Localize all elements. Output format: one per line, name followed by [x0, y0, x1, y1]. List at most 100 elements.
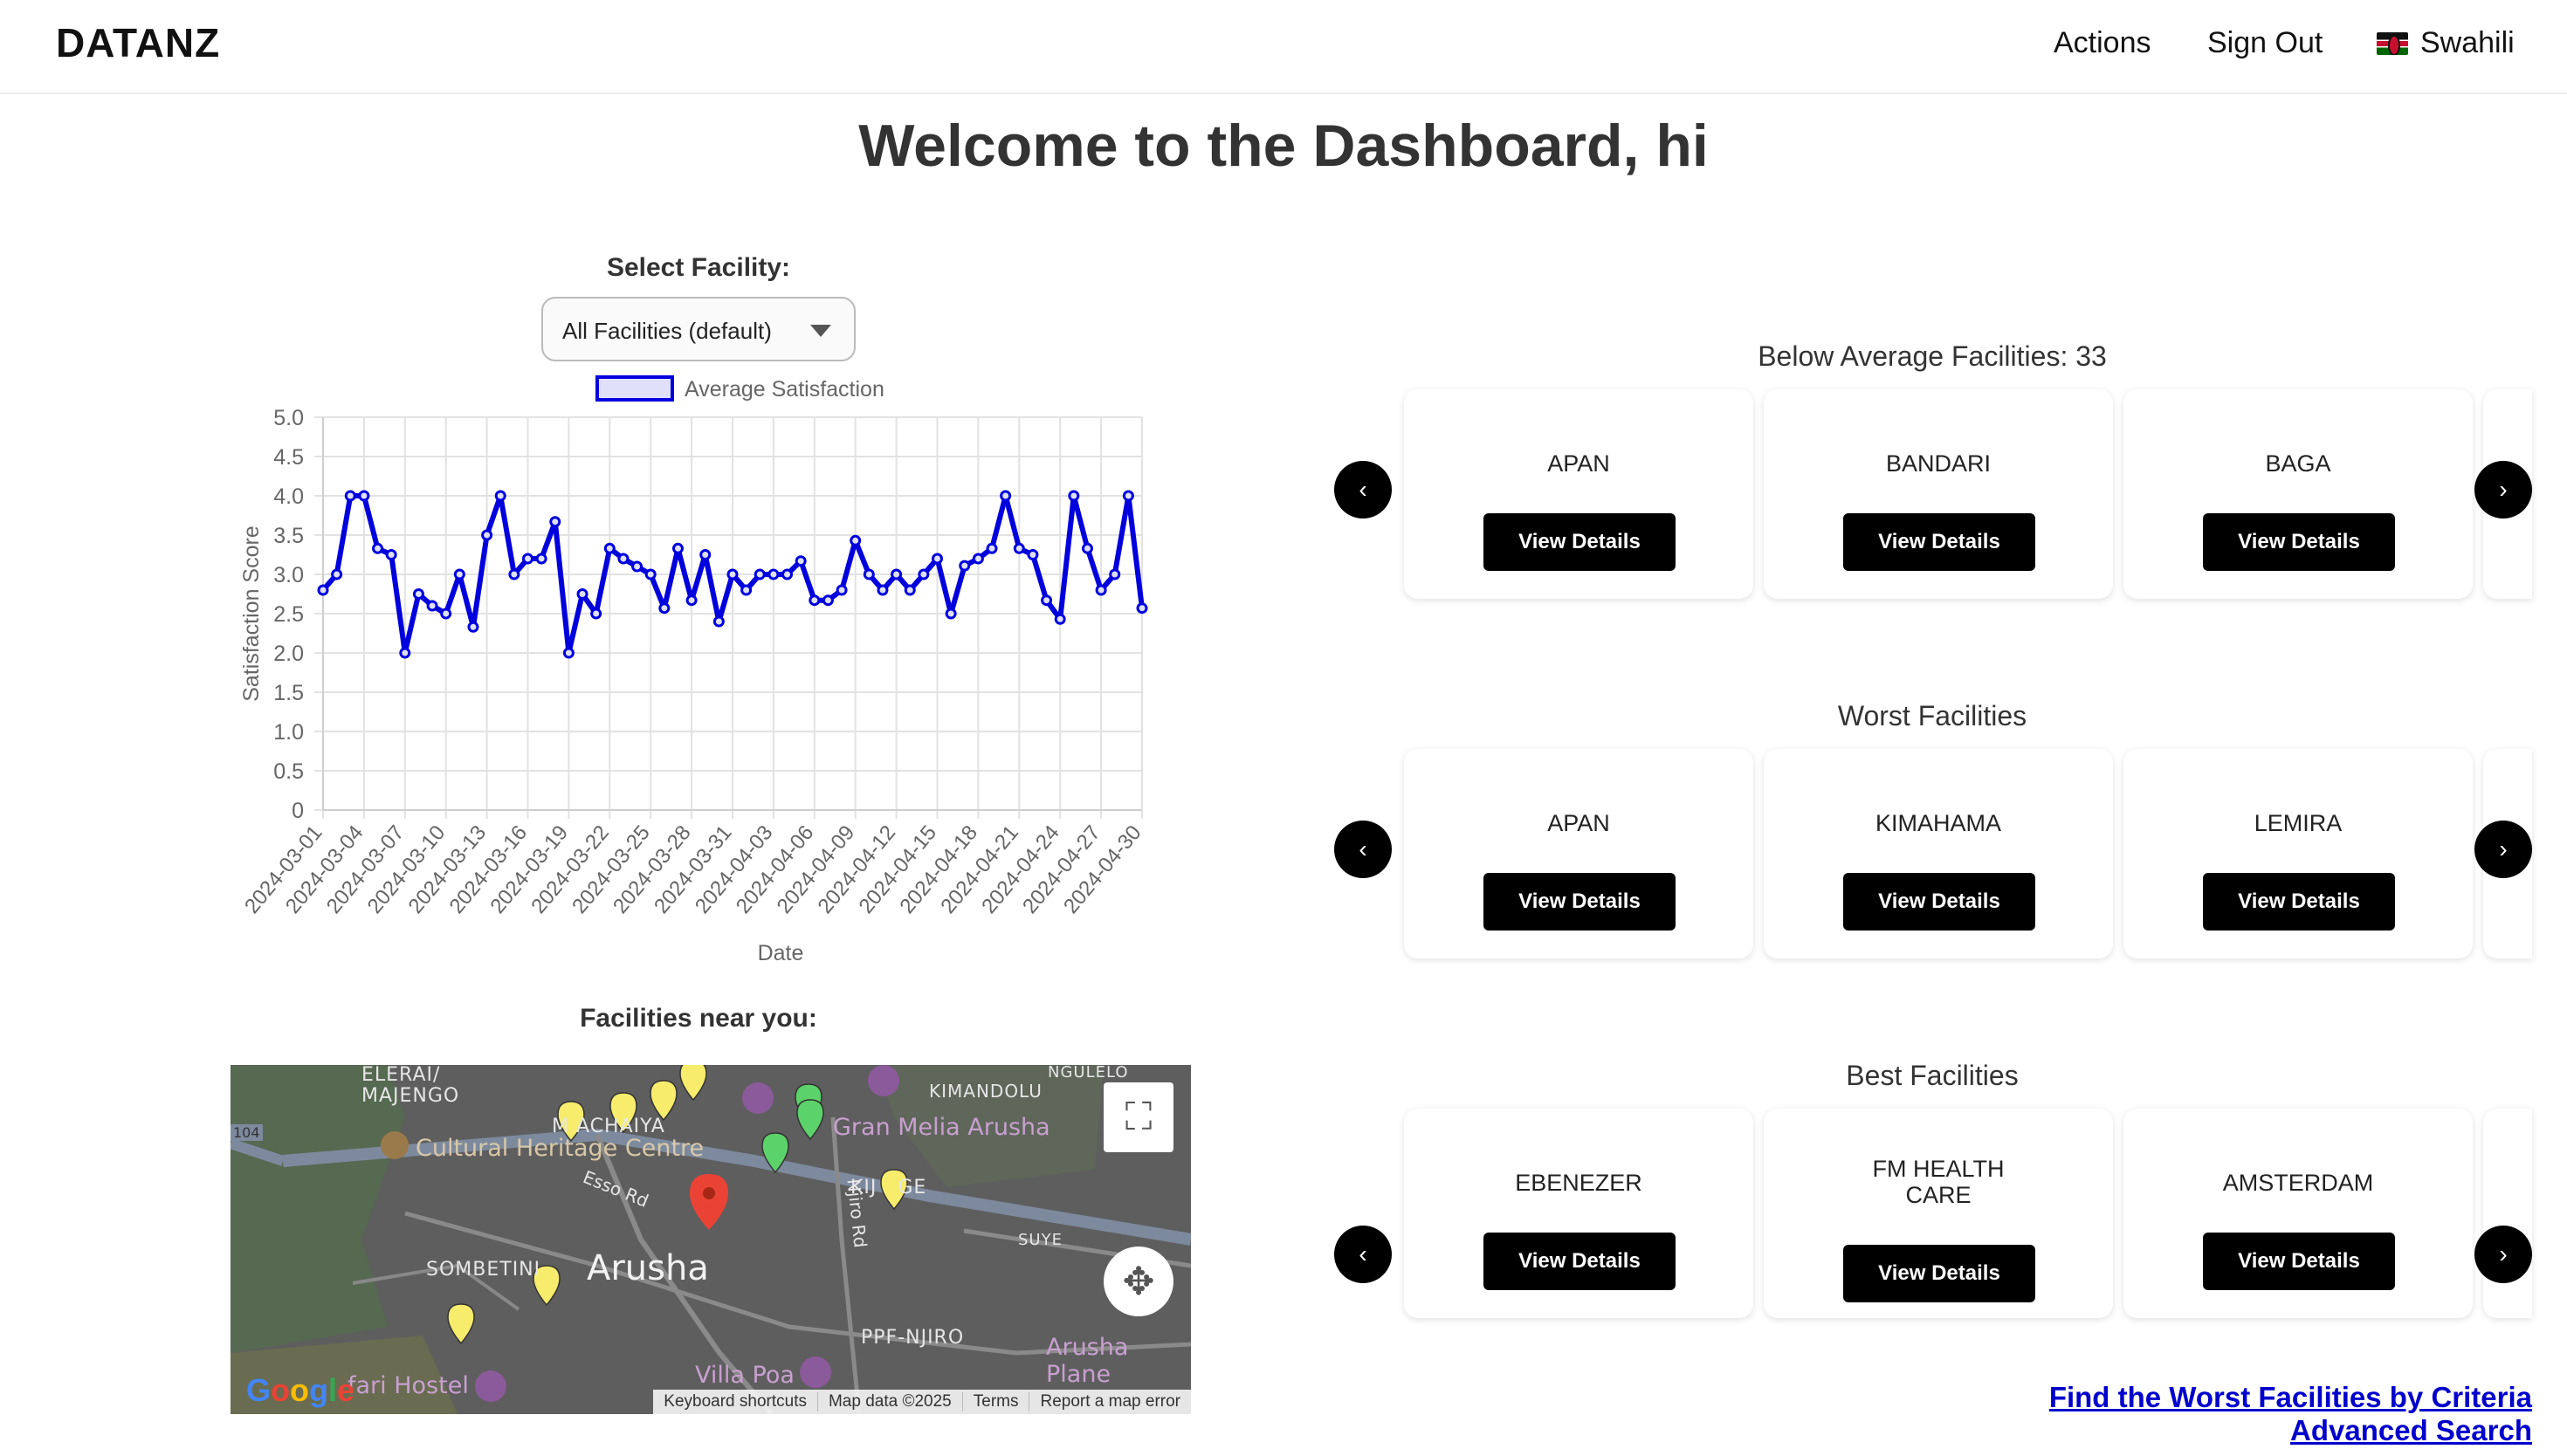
- language-switcher[interactable]: Swahili: [2377, 26, 2515, 60]
- map-label-road-104: 104: [231, 1124, 263, 1141]
- map-label-elerai: ELERAI/ MAJENGO: [361, 1065, 460, 1107]
- satisfaction-line-chart: Average Satisfaction 5.0 4.5 4.0 3.5 3.0 2.5 2.…: [239, 375, 1148, 965]
- map-label-villa-poa: Villa Poa: [695, 1362, 795, 1389]
- y-axis-label: Satisfaction Score: [239, 525, 264, 702]
- view-details-button[interactable]: View Details: [1483, 1233, 1676, 1290]
- data-point: [932, 553, 943, 565]
- data-point: [549, 516, 561, 528]
- nav-sign-out-link[interactable]: Sign Out: [2207, 26, 2323, 60]
- data-point: [1122, 490, 1134, 502]
- data-point: [481, 529, 493, 541]
- data-point: [1041, 594, 1053, 607]
- carousel-prev-button[interactable]: ‹: [1334, 461, 1392, 519]
- view-details-button[interactable]: View Details: [1843, 513, 2035, 571]
- data-point: [1054, 613, 1066, 625]
- data-point: [850, 534, 862, 546]
- data-point: [1095, 584, 1107, 596]
- map-label-sombetini: SOMBETINI: [426, 1259, 541, 1281]
- data-point: [795, 555, 807, 567]
- map-label-kimandolu: KIMANDOLU: [929, 1081, 1043, 1102]
- map-label-suye: SUYE: [1018, 1231, 1063, 1249]
- nav-actions-link[interactable]: Actions: [2054, 26, 2151, 60]
- carousel-prev-button[interactable]: ‹: [1334, 821, 1392, 878]
- view-details-button[interactable]: View Details: [1483, 513, 1676, 571]
- pan-control-icon[interactable]: ✥: [1104, 1247, 1173, 1316]
- y-tick-label: 2.0: [273, 642, 304, 666]
- data-point: [1027, 549, 1039, 560]
- facilities-near-label: Facilities near you:: [580, 1004, 817, 1033]
- carousel-prev-button[interactable]: ‹: [1334, 1226, 1392, 1283]
- data-point: [740, 584, 753, 596]
- advanced-search-link[interactable]: Advanced Search: [2049, 1414, 2532, 1447]
- data-point: [685, 594, 698, 607]
- data-point: [494, 490, 506, 502]
- y-tick-label: 3.0: [273, 563, 304, 587]
- map-label-gran-melia: Gran Melia Arusha: [833, 1114, 1050, 1141]
- facility-card: KIMAHAMA View Details: [1764, 749, 2113, 958]
- carousel-next-button[interactable]: ›: [2474, 461, 2532, 519]
- y-tick-label: 4.0: [273, 484, 304, 509]
- map-label-kijenge: KIJ GE: [850, 1177, 927, 1198]
- view-details-button[interactable]: View Details: [2203, 873, 2395, 931]
- report-map-error-link[interactable]: Report a map error: [1029, 1392, 1191, 1411]
- kenya-flag-icon: [2377, 31, 2408, 55]
- y-tick-label: 0: [292, 799, 304, 823]
- data-point: [1136, 602, 1148, 615]
- google-logo: Google: [246, 1372, 355, 1408]
- carousel-next-button[interactable]: ›: [2474, 1226, 2532, 1283]
- legend-swatch: [595, 375, 674, 402]
- facility-card: EBENEZER View Details: [1404, 1109, 1753, 1318]
- terms-link[interactable]: Terms: [961, 1392, 1029, 1411]
- facility-name: FM HEALTH CARE: [1872, 1156, 2005, 1208]
- data-point: [767, 568, 780, 580]
- data-point: [440, 608, 452, 620]
- view-details-button[interactable]: View Details: [1843, 1245, 2035, 1302]
- footer-links: Find the Worst Facilities by Criteria Ad…: [2049, 1381, 2532, 1447]
- data-point: [467, 621, 479, 633]
- data-point: [631, 560, 643, 573]
- y-tick-label: 4.5: [273, 445, 304, 470]
- data-point: [644, 568, 657, 580]
- map-label-ppf-njiro: PPF-NJIRO: [861, 1327, 965, 1349]
- data-point: [986, 542, 998, 554]
- data-point: [617, 553, 630, 565]
- facilities-map[interactable]: ELERAI/ MAJENGO KIMANDOLU NGULELO Gran M…: [231, 1065, 1191, 1414]
- map-label-safari-hostel: fari Hostel: [348, 1372, 469, 1399]
- data-point: [699, 549, 712, 560]
- data-point: [562, 647, 575, 659]
- map-label-arusha-plane: Arusha Plane: [1046, 1334, 1129, 1388]
- data-point: [945, 608, 957, 620]
- worst-by-criteria-link[interactable]: Find the Worst Facilities by Criteria: [2049, 1381, 2532, 1414]
- carousel-below-average: ‹ APAN View Details BANDARI View Details…: [1334, 389, 2532, 599]
- carousel-next-button[interactable]: ›: [2474, 821, 2532, 878]
- view-details-button[interactable]: View Details: [2203, 1233, 2395, 1290]
- map-data-text: Map data ©2025: [816, 1392, 962, 1411]
- view-details-button[interactable]: View Details: [1843, 873, 2035, 931]
- map-label-ngulelo: NGULELO: [1048, 1065, 1129, 1082]
- fullscreen-icon[interactable]: ⛶: [1104, 1082, 1173, 1152]
- y-tick-label: 0.5: [273, 759, 304, 784]
- y-tick-label: 3.5: [273, 524, 304, 548]
- carousel-best: ‹ EBENEZER View Details FM HEALTH CARE V…: [1334, 1109, 2532, 1318]
- facility-select[interactable]: All Facilities (default): [541, 297, 856, 361]
- y-tick-label: 5.0: [273, 406, 304, 430]
- facility-card: LEMIRA View Details: [2123, 749, 2473, 958]
- facility-name: BAGA: [2265, 450, 2331, 477]
- y-tick-label: 1.5: [273, 681, 304, 705]
- facility-card: APAN View Details: [1404, 749, 1753, 958]
- data-point: [603, 542, 616, 554]
- view-details-button[interactable]: View Details: [1483, 873, 1676, 931]
- facility-select-value: All Facilities (default): [562, 318, 772, 344]
- view-details-button[interactable]: View Details: [2203, 513, 2395, 571]
- data-point: [412, 588, 424, 600]
- data-point: [317, 584, 329, 596]
- data-point: [712, 615, 725, 628]
- x-axis-label: Date: [758, 941, 804, 965]
- data-point: [522, 553, 533, 565]
- data-point: [658, 602, 671, 615]
- select-facility-label: Select Facility:: [606, 253, 791, 282]
- data-point: [836, 584, 848, 596]
- logo[interactable]: DATANZ: [56, 19, 220, 66]
- facility-name: BANDARI: [1885, 450, 1992, 477]
- keyboard-shortcuts-link[interactable]: Keyboard shortcuts: [653, 1392, 817, 1411]
